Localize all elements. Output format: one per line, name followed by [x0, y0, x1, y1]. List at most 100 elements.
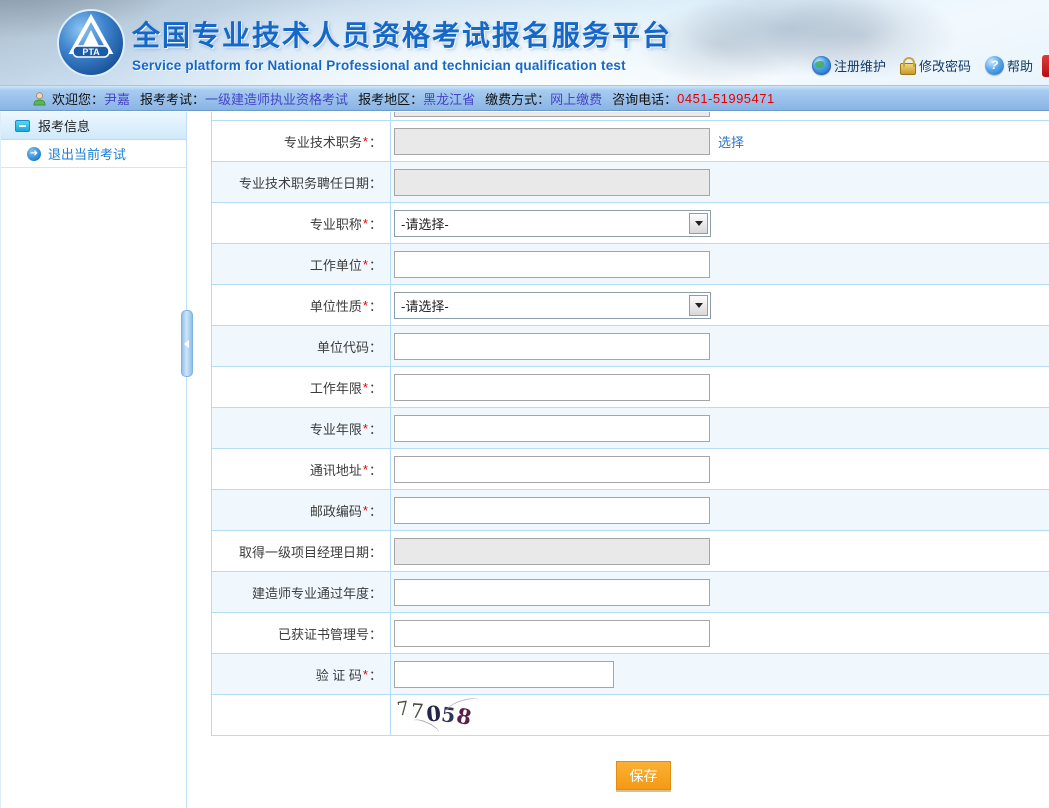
field-label: 专业年限*：: [212, 408, 391, 448]
disabled-input: [394, 538, 710, 565]
field-label: 单位性质*：: [212, 285, 391, 325]
clipped-field-cell: [391, 112, 1049, 120]
field-cell: [391, 531, 1049, 571]
required-asterisk: *: [363, 134, 368, 149]
field-label: 建造师专业通过年度：: [212, 572, 391, 612]
required-asterisk: *: [363, 667, 368, 682]
required-asterisk: *: [363, 380, 368, 395]
field-label: 邮政编码*：: [212, 490, 391, 530]
registration-form: 专业技术职务*：选择专业技术职务聘任日期：专业职称*：-请选择-工作单位*：单位…: [211, 112, 1049, 736]
help-label: 帮助: [1007, 56, 1033, 75]
field-cell: -请选择-: [391, 203, 1049, 243]
field-cell: [391, 490, 1049, 530]
form-row: 验 证 码*：: [212, 654, 1049, 695]
payment-method: 网上缴费: [550, 89, 602, 108]
field-label: 专业技术职务聘任日期：: [212, 162, 391, 202]
svg-text:PTA: PTA: [82, 47, 100, 57]
field-label: 单位代码：: [212, 326, 391, 366]
field-label: 工作年限*：: [212, 367, 391, 407]
text-input[interactable]: [394, 579, 710, 606]
sidebar-item-exit-exam[interactable]: ➜ 退出当前考试: [1, 140, 186, 168]
form-row: 工作年限*：: [212, 367, 1049, 408]
lock-icon: [900, 63, 916, 75]
save-button[interactable]: 保存: [616, 761, 671, 790]
account-maintenance-label: 注册维护: [834, 56, 886, 75]
exam-name: 一级建造师执业资格考试: [205, 89, 348, 108]
sidebar-section-exam-info[interactable]: 报考信息: [1, 112, 186, 140]
required-asterisk: *: [363, 421, 368, 436]
required-asterisk: *: [363, 257, 368, 272]
form-row: 邮政编码*：: [212, 490, 1049, 531]
field-label: 通讯地址*：: [212, 449, 391, 489]
form-row: 已获证书管理号：: [212, 613, 1049, 654]
select-dropdown[interactable]: -请选择-: [394, 210, 711, 237]
choose-link[interactable]: 选择: [718, 132, 744, 151]
form-row: 单位性质*： -请选择-: [212, 285, 1049, 326]
form-row: 专业技术职务聘任日期：: [212, 162, 1049, 203]
form-row: 取得一级项目经理日期：: [212, 531, 1049, 572]
text-input[interactable]: [394, 333, 710, 360]
form-row: 单位代码：: [212, 326, 1049, 367]
clipped-disabled-input: [394, 112, 710, 117]
arrow-right-icon: ➜: [27, 147, 41, 161]
text-input[interactable]: [394, 456, 710, 483]
field-label: 工作单位*：: [212, 244, 391, 284]
field-label: 已获证书管理号：: [212, 613, 391, 653]
help-link[interactable]: ? 帮助: [985, 56, 1033, 75]
required-asterisk: *: [363, 298, 368, 313]
globe-icon: [812, 56, 831, 75]
payment-text: 缴费方式：网上缴费: [485, 89, 602, 108]
field-label: 验 证 码*：: [212, 654, 391, 694]
user-info-bar: 欢迎您：尹嘉 报考考试：一级建造师执业资格考试 报考地区：黑龙江省 缴费方式：网…: [0, 86, 1049, 111]
select-value: -请选择-: [401, 296, 449, 315]
clipped-form-row: [212, 112, 1049, 121]
disabled-input: [394, 169, 710, 196]
field-label: [212, 695, 391, 735]
required-asterisk: *: [363, 462, 368, 477]
chevron-down-icon[interactable]: [689, 295, 708, 316]
disabled-input: [394, 128, 710, 155]
field-cell: [391, 654, 1049, 694]
user-avatar-icon: [32, 91, 47, 106]
clipped-red-button[interactable]: [1042, 55, 1049, 77]
sidebar: 报考信息 ➜ 退出当前考试: [0, 112, 187, 808]
select-dropdown[interactable]: -请选择-: [394, 292, 711, 319]
site-banner: PTA 全国专业技术人员资格考试报名服务平台 Service platform …: [0, 0, 1049, 86]
form-row: 77058: [212, 695, 1049, 736]
select-value: -请选择-: [401, 214, 449, 233]
field-label: 专业技术职务*：: [212, 121, 391, 161]
change-password-label: 修改密码: [919, 56, 971, 75]
captcha-input[interactable]: [394, 661, 614, 688]
account-maintenance-link[interactable]: 注册维护: [812, 56, 886, 75]
text-input[interactable]: [394, 497, 710, 524]
field-cell: [391, 572, 1049, 612]
field-label: 专业职称*：: [212, 203, 391, 243]
required-asterisk: *: [363, 503, 368, 518]
phone-number: 0451-51995471: [677, 91, 775, 106]
username: 尹嘉: [104, 89, 130, 108]
pta-logo-icon: PTA: [56, 8, 126, 78]
form-row: 专业年限*：: [212, 408, 1049, 449]
field-cell: [391, 613, 1049, 653]
field-cell: [391, 449, 1049, 489]
text-input[interactable]: [394, 374, 710, 401]
field-cell: [391, 244, 1049, 284]
collapse-minus-icon: [15, 120, 30, 132]
sidebar-collapse-handle[interactable]: [181, 310, 193, 377]
required-asterisk: *: [363, 216, 368, 231]
change-password-link[interactable]: 修改密码: [900, 56, 971, 75]
phone-text: 咨询电话：0451-51995471: [612, 89, 775, 108]
sidebar-section-label: 报考信息: [38, 116, 90, 135]
field-cell: [391, 326, 1049, 366]
text-input[interactable]: [394, 415, 710, 442]
field-cell: 77058: [391, 695, 1049, 735]
page: PTA 全国专业技术人员资格考试报名服务平台 Service platform …: [0, 0, 1049, 808]
text-input[interactable]: [394, 251, 710, 278]
captcha-image[interactable]: 77058: [394, 698, 473, 732]
form-row: 工作单位*：: [212, 244, 1049, 285]
text-input[interactable]: [394, 620, 710, 647]
clipped-label-cell: [212, 112, 391, 120]
welcome-text: 欢迎您：尹嘉: [52, 89, 130, 108]
chevron-down-icon[interactable]: [689, 213, 708, 234]
field-cell: [391, 408, 1049, 448]
